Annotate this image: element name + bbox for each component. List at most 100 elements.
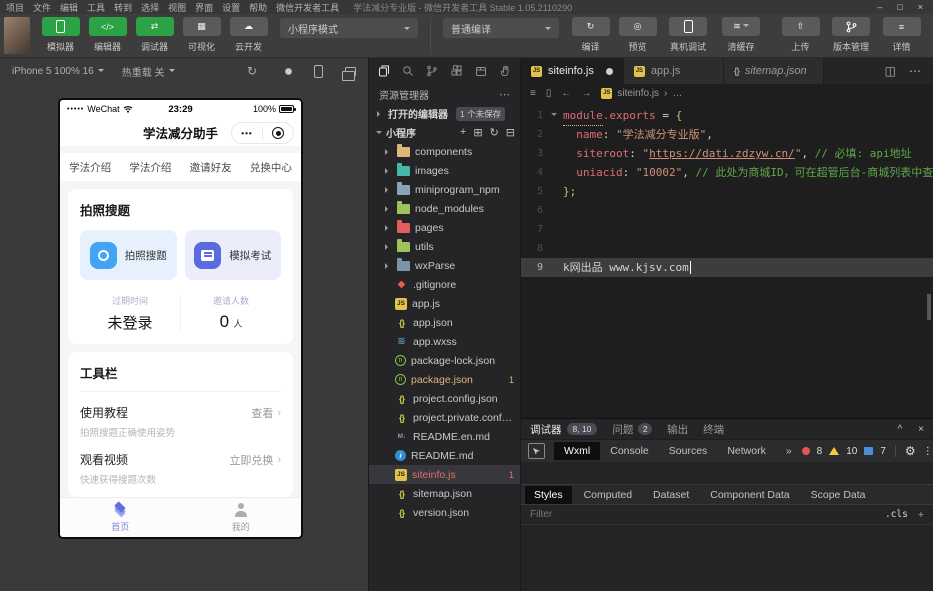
tutorial-row[interactable]: 使用教程 查看 › xyxy=(80,404,281,421)
multi-window-icon[interactable] xyxy=(342,66,356,81)
tab-problems[interactable]: 问题 2 xyxy=(612,422,653,437)
breadcrumb-file[interactable]: siteinfo.js xyxy=(617,88,659,99)
forward-icon[interactable]: → xyxy=(581,88,591,99)
simulator-toggle-button[interactable]: 模拟器 xyxy=(37,17,84,53)
tree-item-file[interactable]: n package-lock.json xyxy=(369,351,520,370)
tree-item-folder[interactable]: pages xyxy=(369,218,520,237)
editor-toggle-button[interactable]: </> 编辑器 xyxy=(84,17,131,53)
tab-output[interactable]: 输出 xyxy=(667,422,688,437)
compile-mode-dropdown[interactable]: 普通编译 xyxy=(443,18,559,38)
tab-component-data[interactable]: Component Data xyxy=(701,486,798,504)
git-branch-icon[interactable] xyxy=(426,65,438,77)
cls-button[interactable]: .cls xyxy=(885,509,908,520)
devtools-tab-overflow-icon[interactable]: » xyxy=(776,442,802,460)
tab-styles[interactable]: Styles xyxy=(525,485,572,504)
tree-item-file-selected[interactable]: JS siteinfo.js 1 xyxy=(369,465,520,484)
photo-search-button[interactable]: 拍照搜题 xyxy=(80,230,177,281)
tab-sitemap-json[interactable]: {} sitemap.json xyxy=(723,58,824,84)
device-selector[interactable]: iPhone 5 100% 16 xyxy=(12,66,104,77)
tab-siteinfo-js[interactable]: JS siteinfo.js xyxy=(521,58,624,84)
devtools-tab-console[interactable]: Console xyxy=(600,442,659,460)
tab-dataset[interactable]: Dataset xyxy=(644,486,698,504)
info-count[interactable]: 7 xyxy=(880,446,886,457)
menu-project[interactable]: 项目 xyxy=(6,1,24,14)
tab-intro-1[interactable]: 学法介绍 xyxy=(60,160,120,175)
search-icon[interactable] xyxy=(402,65,414,77)
project-section[interactable]: 小程序 + ⊞ ↻ ⊟ xyxy=(369,123,520,142)
tabbar-home[interactable]: 首页 xyxy=(60,498,181,537)
tree-item-folder[interactable]: miniprogram_npm xyxy=(369,180,520,199)
styles-content-area[interactable] xyxy=(521,525,933,591)
outline-icon[interactable]: ≡ xyxy=(530,88,536,99)
collapse-all-icon[interactable]: ⊟ xyxy=(506,126,515,139)
maximize-icon[interactable]: □ xyxy=(897,2,902,12)
inspect-element-icon[interactable] xyxy=(528,443,545,459)
debugger-toggle-button[interactable]: ⇄ 调试器 xyxy=(131,17,178,53)
menu-settings[interactable]: 设置 xyxy=(222,1,240,14)
preview-button[interactable]: ◎ 预览 xyxy=(614,17,661,53)
bookmark-icon[interactable]: ▯ xyxy=(546,88,552,99)
details-button[interactable]: ≡ 详情 xyxy=(878,17,925,53)
fold-icon[interactable] xyxy=(551,112,557,119)
tab-app-js[interactable]: JS app.js xyxy=(623,58,724,84)
menu-select[interactable]: 选择 xyxy=(141,1,159,14)
hot-reload-toggle[interactable]: 热重载 关 xyxy=(122,64,175,79)
error-count[interactable]: 8 xyxy=(817,446,823,457)
split-editor-icon[interactable]: ◫ xyxy=(885,64,896,78)
user-avatar[interactable] xyxy=(4,17,30,54)
device-frame-icon[interactable] xyxy=(314,64,323,78)
tree-item-file[interactable]: ≋ app.wxss xyxy=(369,332,520,351)
upload-button[interactable]: ⇧ 上传 xyxy=(777,17,824,53)
tree-item-folder[interactable]: node_modules xyxy=(369,199,520,218)
more-actions-icon[interactable]: ⋯ xyxy=(909,64,921,78)
devtools-tab-wxml[interactable]: Wxml xyxy=(554,442,601,460)
close-icon[interactable]: × xyxy=(918,2,923,12)
tree-item-file[interactable]: i README.md xyxy=(369,446,520,465)
compile-button[interactable]: ↻ 编译 xyxy=(567,17,614,53)
tab-redeem[interactable]: 兑换中心 xyxy=(241,160,301,175)
mock-exam-button[interactable]: 模拟考试 xyxy=(184,230,281,281)
tree-item-file[interactable]: JS app.js xyxy=(369,294,520,313)
devtools-tab-sources[interactable]: Sources xyxy=(659,442,718,460)
warning-count[interactable]: 10 xyxy=(846,446,857,457)
tab-debugger[interactable]: 调试器 8, 10 xyxy=(530,422,598,437)
exit-button[interactable] xyxy=(263,127,293,140)
tab-scope-data[interactable]: Scope Data xyxy=(802,486,875,504)
minimize-icon[interactable]: – xyxy=(877,2,882,12)
rotate-icon[interactable]: ↻ xyxy=(247,65,257,77)
mode-dropdown[interactable]: 小程序模式 xyxy=(280,18,418,38)
devtools-tab-network[interactable]: Network xyxy=(717,442,776,460)
watch-video-row[interactable]: 观看视频 立即兑换 › xyxy=(80,451,281,468)
tree-item-folder[interactable]: images xyxy=(369,161,520,180)
more-actions-icon[interactable]: ⋯ xyxy=(499,88,510,101)
device-debug-button[interactable]: 真机调试 xyxy=(661,17,715,53)
tree-item-folder[interactable]: wxParse xyxy=(369,256,520,275)
open-editors-section[interactable]: 打开的编辑器 1 个未保存 xyxy=(369,104,520,123)
menu-goto[interactable]: 转到 xyxy=(114,1,132,14)
url-link[interactable]: https://dati.zdzyw.cn/ xyxy=(649,144,795,163)
visualization-button[interactable]: ▦ 可视化 xyxy=(178,17,225,53)
clear-cache-button[interactable]: ≋ 清缓存 xyxy=(715,17,767,53)
add-style-icon[interactable]: + xyxy=(918,509,924,521)
record-icon[interactable] xyxy=(285,67,292,75)
hand-tool-icon[interactable] xyxy=(499,65,511,77)
tree-item-file[interactable]: {} app.json xyxy=(369,313,520,332)
menu-help[interactable]: 帮助 xyxy=(249,1,267,14)
extensions-icon[interactable] xyxy=(451,65,463,77)
back-icon[interactable]: ← xyxy=(561,88,571,99)
tab-computed[interactable]: Computed xyxy=(575,486,641,504)
tree-item-file[interactable]: M↓ README.en.md xyxy=(369,427,520,446)
tree-item-file[interactable]: n package.json 1 xyxy=(369,370,520,389)
more-menu-button[interactable]: ••• xyxy=(232,129,262,138)
collapse-panel-icon[interactable]: ^ xyxy=(897,424,902,435)
close-panel-icon[interactable]: × xyxy=(918,424,924,435)
menu-devtools[interactable]: 微信开发者工具 xyxy=(276,1,339,14)
tree-item-file[interactable]: {} project.config.json xyxy=(369,389,520,408)
cloud-dev-button[interactable]: ☁ 云开发 xyxy=(225,17,272,53)
tree-item-file[interactable]: {} sitemap.json xyxy=(369,484,520,503)
menu-file[interactable]: 文件 xyxy=(33,1,51,14)
code-editor[interactable]: 1 module .exports = { 2 name: "学法减分专业版", 3… xyxy=(521,102,933,418)
menu-view[interactable]: 视图 xyxy=(168,1,186,14)
files-icon[interactable] xyxy=(378,65,390,77)
new-file-icon[interactable]: + xyxy=(460,126,466,139)
